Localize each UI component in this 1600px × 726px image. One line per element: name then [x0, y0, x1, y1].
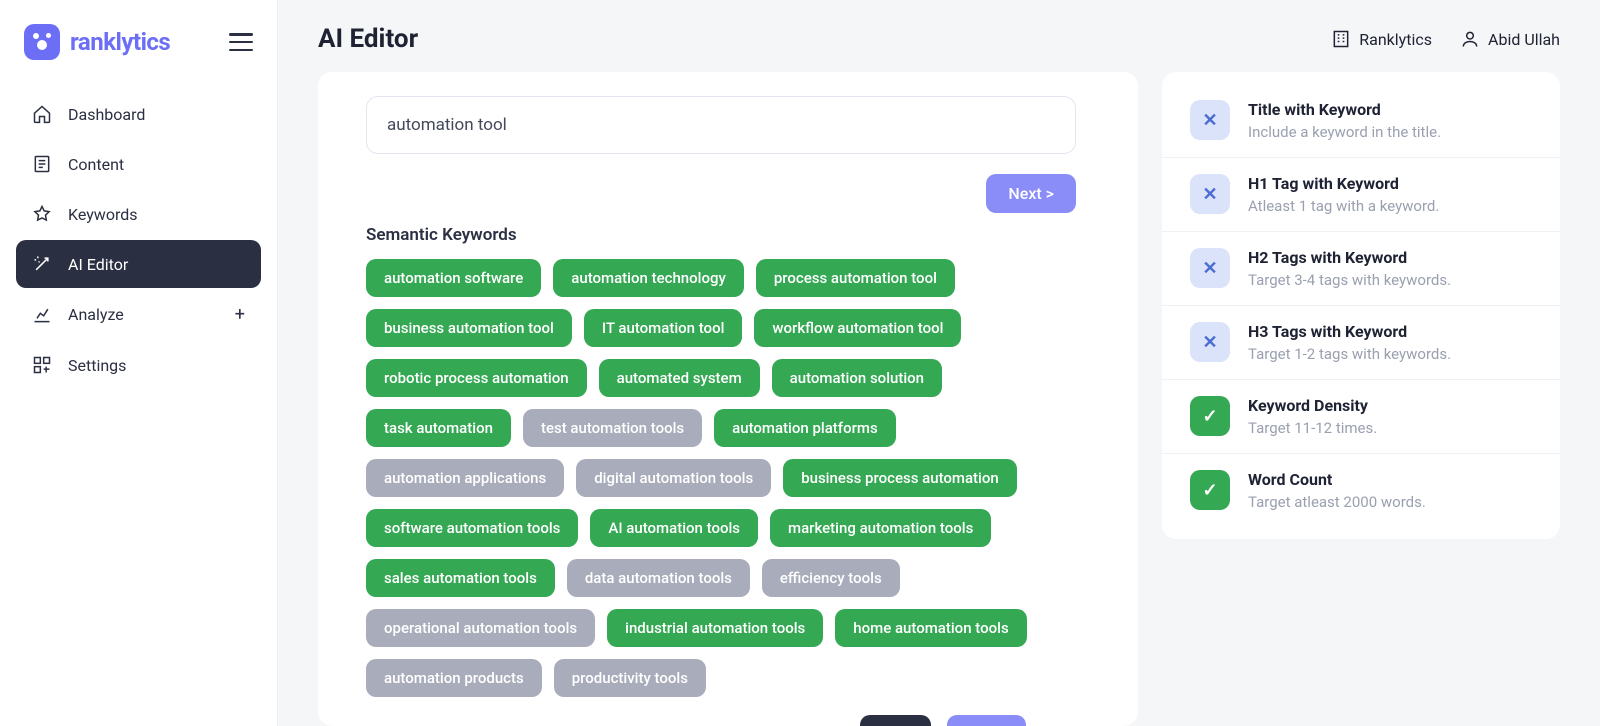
home-icon	[32, 104, 52, 124]
check-desc: Target 1-2 tags with keywords.	[1248, 345, 1451, 363]
keyword-tag[interactable]: productivity tools	[554, 659, 706, 697]
check-icon: ✓	[1190, 470, 1230, 510]
grid-icon	[32, 355, 52, 375]
keyword-tag[interactable]: sales automation tools	[366, 559, 555, 597]
sidebar-item-label: AI Editor	[68, 255, 128, 274]
check-desc: Atleast 1 tag with a keyword.	[1248, 197, 1439, 215]
check-title: Title with Keyword	[1248, 100, 1441, 119]
keyword-tag[interactable]: automation products	[366, 659, 542, 697]
sidebar-item-dashboard[interactable]: Dashboard	[16, 90, 261, 138]
sidebar-item-label: Dashboard	[68, 105, 145, 124]
cross-icon: ✕	[1190, 248, 1230, 288]
keyword-tag[interactable]: process automation tool	[756, 259, 955, 297]
keyword-tag[interactable]: automation platforms	[714, 409, 896, 447]
checklist-item: ✕ Title with Keyword Include a keyword in …	[1162, 84, 1560, 158]
hamburger-icon[interactable]	[229, 33, 253, 51]
sidebar-item-label: Content	[68, 155, 124, 174]
building-icon	[1331, 29, 1351, 49]
check-desc: Include a keyword in the title.	[1248, 123, 1441, 141]
keyword-tag[interactable]: AI automation tools	[590, 509, 758, 547]
keyword-tag[interactable]: software automation tools	[366, 509, 578, 547]
wand-icon	[32, 254, 52, 274]
keyword-tag[interactable]: business automation tool	[366, 309, 572, 347]
checklist-item: ✓ Word Count Target atleast 2000 words.	[1162, 454, 1560, 527]
check-title: Word Count	[1248, 470, 1426, 489]
user-menu[interactable]: Abid Ullah	[1460, 29, 1560, 49]
action-bar: Edit Save	[366, 715, 1106, 726]
keyword-tag[interactable]: task automation	[366, 409, 511, 447]
keyword-tag[interactable]: home automation tools	[835, 609, 1026, 647]
org-name: Ranklytics	[1359, 30, 1432, 49]
check-desc: Target atleast 2000 words.	[1248, 493, 1426, 511]
sidebar-item-analyze[interactable]: Analyze +	[16, 290, 261, 339]
check-title: H1 Tag with Keyword	[1248, 174, 1439, 193]
sidebar: ranklytics Dashboard Content Keywords AI Ed…	[0, 0, 278, 726]
content-icon	[32, 154, 52, 174]
keyword-tag[interactable]: operational automation tools	[366, 609, 595, 647]
cross-icon: ✕	[1190, 322, 1230, 362]
sidebar-item-content[interactable]: Content	[16, 140, 261, 188]
keyword-input[interactable]	[366, 96, 1076, 154]
logo[interactable]: ranklytics	[24, 24, 170, 60]
semantic-title: Semantic Keywords	[366, 225, 1106, 245]
star-icon	[32, 204, 52, 224]
page-title: AI Editor	[318, 24, 418, 54]
keyword-tag[interactable]: test automation tools	[523, 409, 702, 447]
keyword-tag[interactable]: automation applications	[366, 459, 564, 497]
keyword-tag[interactable]: marketing automation tools	[770, 509, 991, 547]
keyword-tag[interactable]: efficiency tools	[762, 559, 900, 597]
check-title: H2 Tags with Keyword	[1248, 248, 1451, 267]
editor-panel: Next > Semantic Keywords automation soft…	[318, 72, 1138, 726]
keyword-tag[interactable]: IT automation tool	[584, 309, 743, 347]
check-icon: ✓	[1190, 396, 1230, 436]
org-switcher[interactable]: Ranklytics	[1331, 29, 1432, 49]
logo-row: ranklytics	[0, 24, 277, 84]
edit-button[interactable]: Edit	[860, 715, 931, 726]
user-icon	[1460, 29, 1480, 49]
check-desc: Target 3-4 tags with keywords.	[1248, 271, 1451, 289]
sidebar-item-label: Analyze	[68, 305, 124, 324]
keyword-tag[interactable]: automation software	[366, 259, 541, 297]
keyword-tag[interactable]: digital automation tools	[576, 459, 771, 497]
checklist-item: ✕ H3 Tags with Keyword Target 1-2 tags wit…	[1162, 306, 1560, 380]
keyword-tag[interactable]: data automation tools	[567, 559, 750, 597]
keyword-tags: automation software automation technology…	[366, 259, 1086, 697]
seo-checklist: ✕ Title with Keyword Include a keyword in …	[1162, 72, 1560, 539]
cross-icon: ✕	[1190, 174, 1230, 214]
topbar-right: Ranklytics Abid Ullah	[1331, 29, 1560, 49]
plus-icon: +	[235, 304, 245, 325]
main: AI Editor Ranklytics Abid Ullah Next > S…	[278, 0, 1600, 726]
sidebar-item-settings[interactable]: Settings	[16, 341, 261, 389]
checklist-item: ✓ Keyword Density Target 11-12 times.	[1162, 380, 1560, 454]
content-wrap: Next > Semantic Keywords automation soft…	[278, 72, 1600, 726]
sidebar-item-ai-editor[interactable]: AI Editor	[16, 240, 261, 288]
sidebar-item-keywords[interactable]: Keywords	[16, 190, 261, 238]
keyword-tag[interactable]: automation solution	[772, 359, 942, 397]
keyword-tag[interactable]: workflow automation tool	[754, 309, 961, 347]
sidebar-item-label: Settings	[68, 356, 126, 375]
topbar: AI Editor Ranklytics Abid Ullah	[278, 0, 1600, 72]
checklist-item: ✕ H2 Tags with Keyword Target 3-4 tags wit…	[1162, 232, 1560, 306]
checklist-item: ✕ H1 Tag with Keyword Atleast 1 tag with a…	[1162, 158, 1560, 232]
next-button[interactable]: Next >	[986, 174, 1076, 213]
check-title: H3 Tags with Keyword	[1248, 322, 1451, 341]
keyword-tag[interactable]: robotic process automation	[366, 359, 587, 397]
brand-name: ranklytics	[70, 28, 170, 56]
sidebar-item-label: Keywords	[68, 205, 138, 224]
keyword-tag[interactable]: automated system	[599, 359, 760, 397]
user-name: Abid Ullah	[1488, 30, 1560, 49]
chart-icon	[32, 305, 52, 325]
logo-icon	[24, 24, 60, 60]
cross-icon: ✕	[1190, 100, 1230, 140]
check-title: Keyword Density	[1248, 396, 1377, 415]
check-desc: Target 11-12 times.	[1248, 419, 1377, 437]
keyword-tag[interactable]: industrial automation tools	[607, 609, 823, 647]
keyword-tag[interactable]: automation technology	[553, 259, 744, 297]
sidebar-nav: Dashboard Content Keywords AI Editor Analyze…	[0, 84, 277, 397]
save-button[interactable]: Save	[947, 715, 1026, 726]
keyword-tag[interactable]: business process automation	[783, 459, 1017, 497]
